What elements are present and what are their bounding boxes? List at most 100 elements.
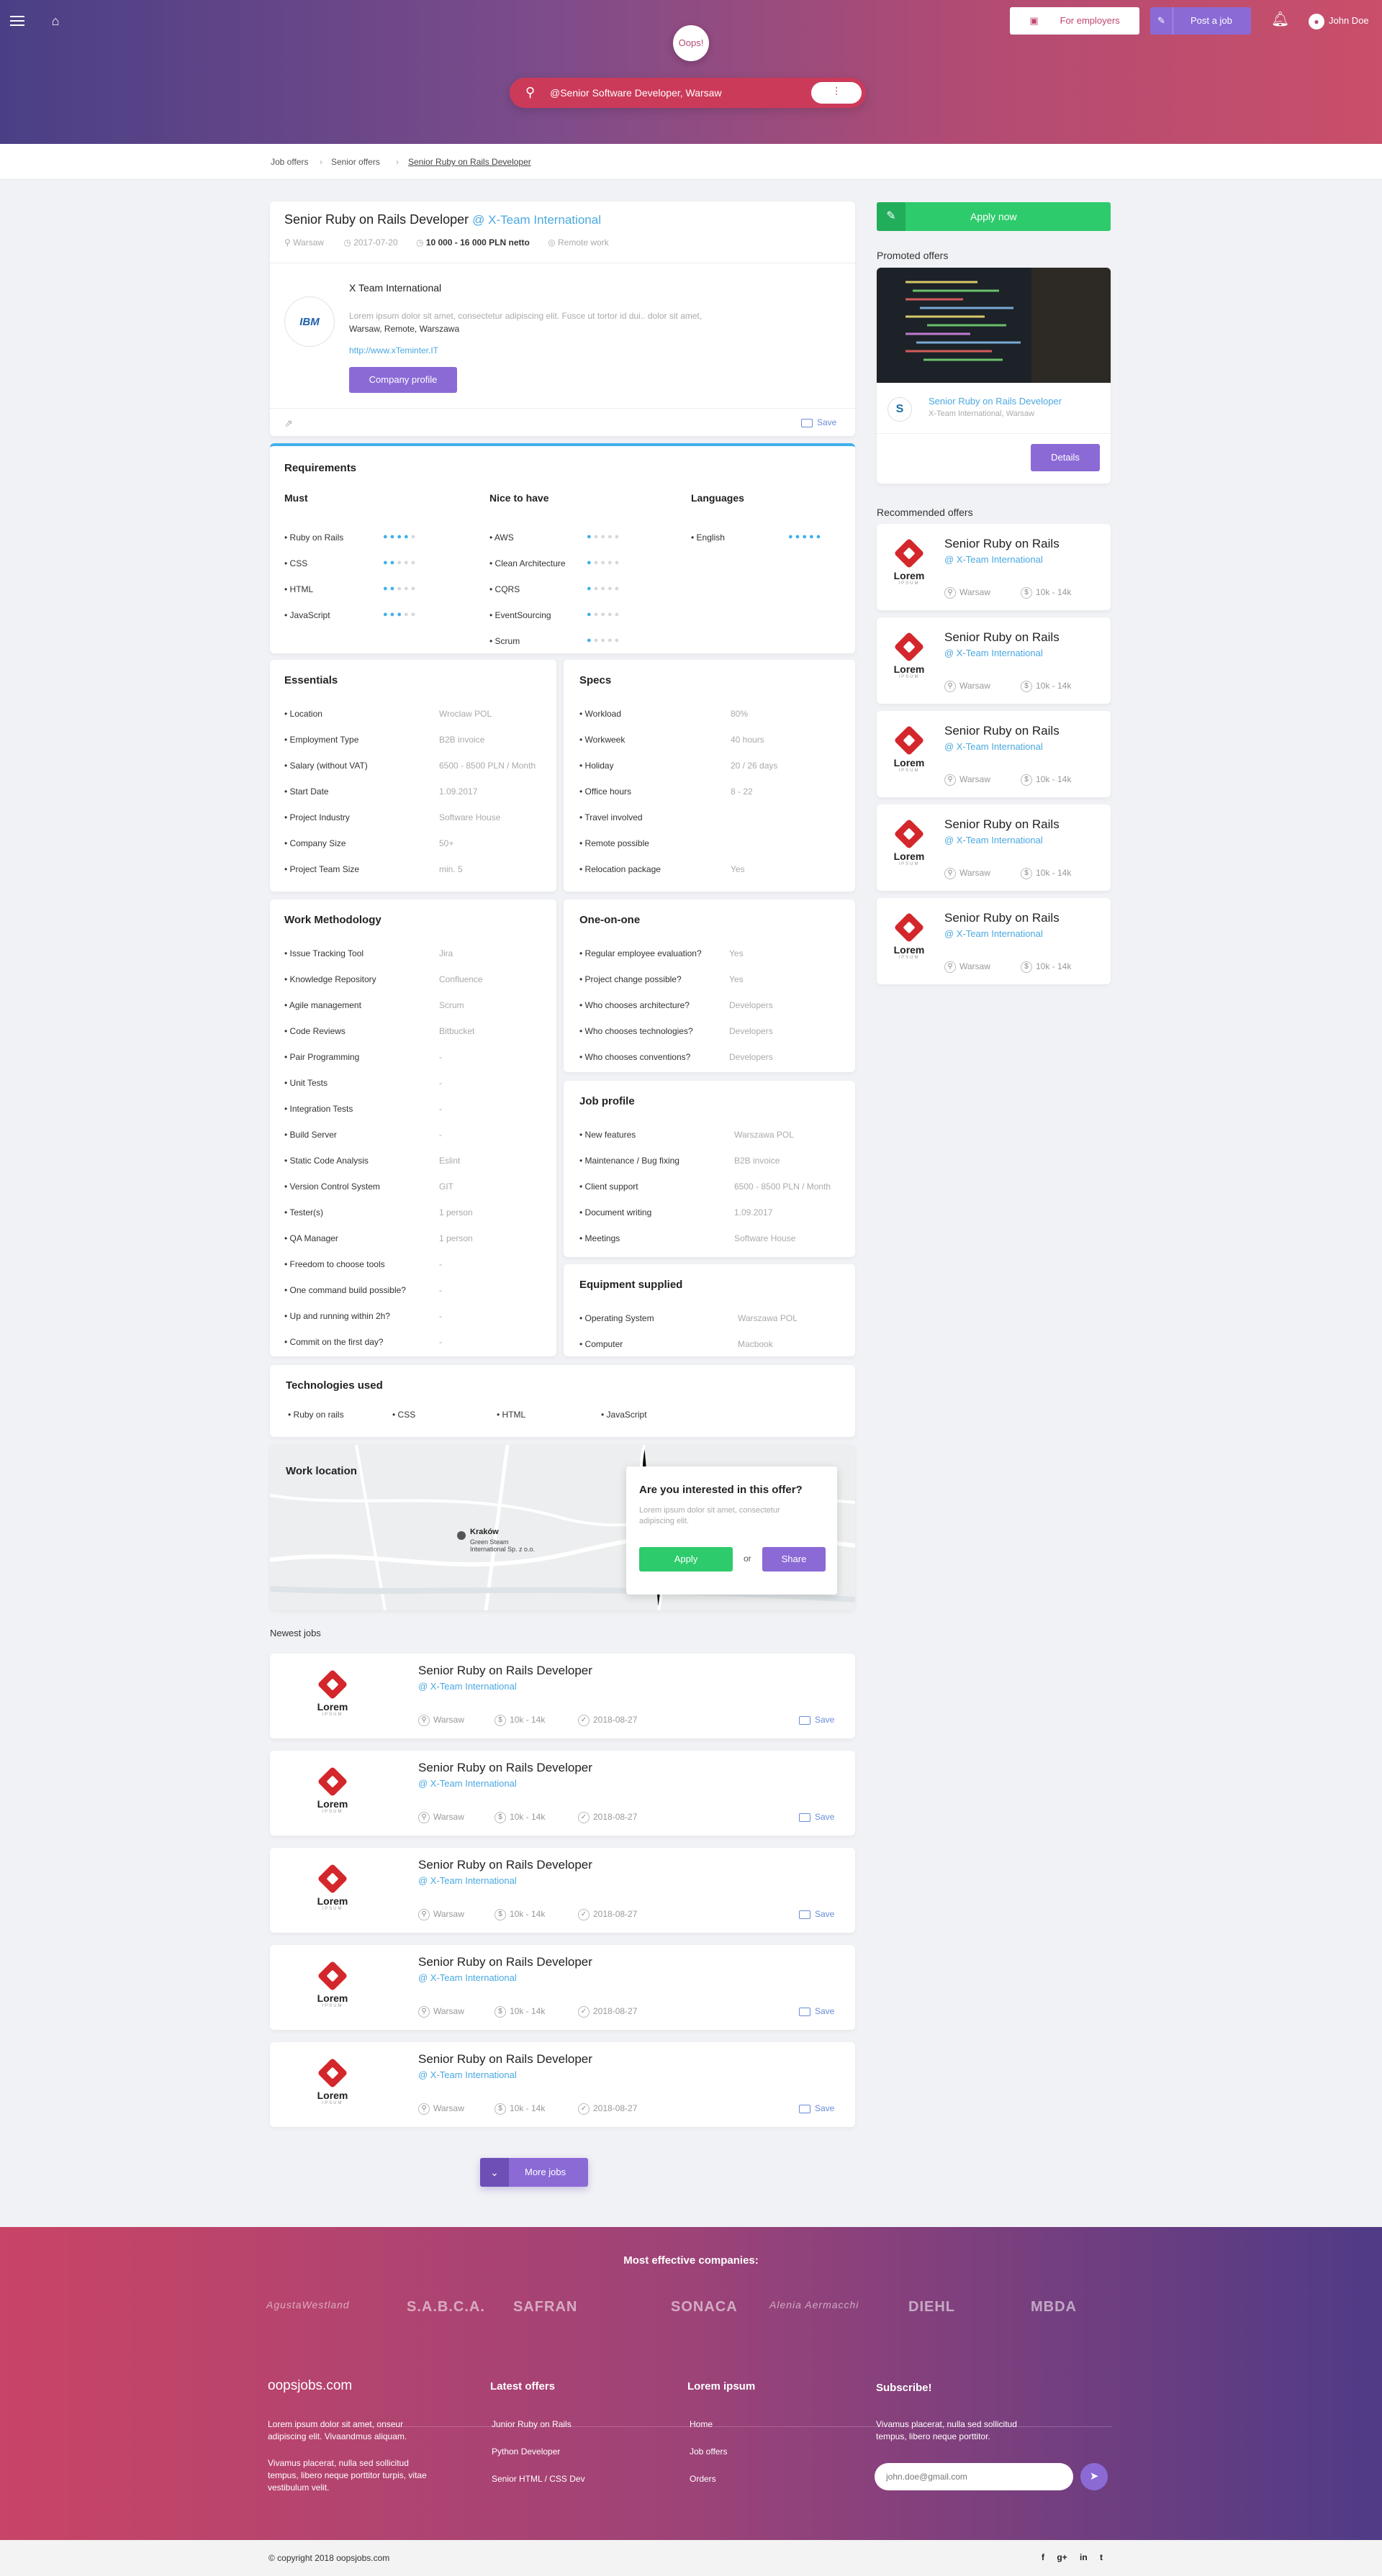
search-input[interactable]: @Senior Software Developer, Warsaw <box>550 78 722 108</box>
logo-subtext: IPSUM <box>898 581 920 586</box>
offer-company[interactable]: @ X-Team International <box>944 554 1043 565</box>
job-company[interactable]: @ X-Team International <box>418 2069 517 2080</box>
latest-offers-title: Latest offers <box>490 2380 556 2393</box>
job-company-link[interactable]: @ X-Team International <box>472 213 601 227</box>
recommended-offer-card[interactable]: Lorem IPSUM Senior Ruby on Rails @ X-Team I… <box>877 617 1111 704</box>
facebook-icon[interactable]: f <box>1042 2552 1044 2562</box>
job-company[interactable]: @ X-Team International <box>418 1875 517 1886</box>
user-menu[interactable]: ● John Doe <box>1309 12 1369 30</box>
offer-title[interactable]: Senior Ruby on Rails <box>944 911 1060 925</box>
nice-title: Nice to have <box>489 492 549 504</box>
company-logo: SONACA <box>671 2299 738 2315</box>
for-employers-button[interactable]: ▣ For employers <box>1010 7 1139 35</box>
details-button[interactable]: Details <box>1031 444 1100 471</box>
footer-link[interactable]: Orders <box>690 2474 716 2484</box>
google-plus-icon[interactable]: g+ <box>1057 2552 1067 2562</box>
info-value: Yes <box>731 864 745 874</box>
save-button[interactable]: Save <box>801 417 836 427</box>
post-job-button[interactable]: ✎ Post a job <box>1150 7 1251 35</box>
info-key: Remote possible <box>584 838 649 848</box>
offer-company[interactable]: @ X-Team International <box>944 741 1043 752</box>
info-key: Who chooses technologies? <box>584 1026 693 1036</box>
job-company[interactable]: @ X-Team International <box>418 1972 517 1983</box>
bookmark-icon <box>801 418 813 427</box>
info-row: • Company Size 50+ <box>284 838 454 848</box>
newest-job-card[interactable]: Lorem IPSUM Senior Ruby on Rails Developer… <box>270 2042 855 2127</box>
twitter-icon[interactable]: t <box>1100 2552 1103 2562</box>
newest-job-card[interactable]: Lorem IPSUM Senior Ruby on Rails Developer… <box>270 1848 855 1933</box>
footer-brand: oopsjobs.com <box>268 2378 353 2393</box>
info-value: Confluence <box>439 974 483 984</box>
recommended-offer-card[interactable]: Lorem IPSUM Senior Ruby on Rails @ X-Team I… <box>877 804 1111 891</box>
offer-company[interactable]: @ X-Team International <box>944 648 1043 658</box>
home-icon[interactable]: ⌂ <box>48 13 63 29</box>
footer-link[interactable]: Senior HTML / CSS Dev <box>492 2474 585 2484</box>
job-date: 2017-07-20 <box>353 237 398 248</box>
search-bar[interactable]: ⚲ @Senior Software Developer, Warsaw ⫶ <box>510 78 866 108</box>
breadcrumb-item[interactable]: Senior offers <box>331 157 380 167</box>
newest-job-card[interactable]: Lorem IPSUM Senior Ruby on Rails Developer… <box>270 1945 855 2030</box>
dollar-icon: $ <box>1021 587 1032 599</box>
promoted-offer-card[interactable]: S Senior Ruby on Rails Developer X-Team … <box>877 268 1111 484</box>
info-key: Who chooses conventions? <box>584 1052 691 1062</box>
offer-company[interactable]: @ X-Team International <box>944 835 1043 845</box>
skill-name: Scrum <box>494 636 520 646</box>
job-title[interactable]: Senior Ruby on Rails Developer <box>418 1955 592 1969</box>
offer-title[interactable]: Senior Ruby on Rails <box>944 817 1060 832</box>
offer-title[interactable]: Senior Ruby on Rails <box>944 537 1060 551</box>
filter-icon[interactable]: ⫶ <box>811 82 862 104</box>
newest-job-card[interactable]: Lorem IPSUM Senior Ruby on Rails Developer… <box>270 1751 855 1836</box>
save-button[interactable]: Save <box>799 1812 834 1822</box>
email-field[interactable]: john.doe@gmail.com <box>875 2463 1073 2490</box>
site-logo[interactable]: Oops! <box>673 25 709 61</box>
job-title[interactable]: Senior Ruby on Rails Developer <box>418 2052 592 2067</box>
save-button[interactable]: Save <box>799 1909 834 1919</box>
newest-job-card[interactable]: Lorem IPSUM Senior Ruby on Rails Developer… <box>270 1654 855 1738</box>
offer-location: ⚲ Warsaw <box>944 587 990 599</box>
job-salary: $10k - 14k <box>494 2006 545 2018</box>
job-title[interactable]: Senior Ruby on Rails Developer <box>418 1761 592 1775</box>
send-icon[interactable]: ➤ <box>1080 2463 1108 2490</box>
skill-row: • CQRS <box>489 584 520 594</box>
footer-link[interactable]: Junior Ruby on Rails <box>492 2419 572 2429</box>
info-key: Agile management <box>289 1000 361 1010</box>
info-key: Location <box>289 709 322 719</box>
skill-level: ●●●●● <box>587 610 622 619</box>
recommended-offer-card[interactable]: Lorem IPSUM Senior Ruby on Rails @ X-Team I… <box>877 524 1111 610</box>
apply-now-button[interactable]: ✎ Apply now <box>877 202 1111 231</box>
job-location: Warsaw <box>293 237 325 248</box>
menu-icon[interactable] <box>10 16 24 26</box>
notification-bell-icon[interactable]: 🔔︎ <box>1271 10 1289 28</box>
info-row: • Up and running within 2h? - <box>284 1311 442 1321</box>
job-title[interactable]: Senior Ruby on Rails Developer <box>418 1664 592 1678</box>
job-company[interactable]: @ X-Team International <box>418 1681 517 1692</box>
recommended-offer-card[interactable]: Lorem IPSUM Senior Ruby on Rails @ X-Team I… <box>877 898 1111 984</box>
breadcrumb-current[interactable]: Senior Ruby on Rails Developer <box>408 157 531 167</box>
languages-title: Languages <box>691 492 744 504</box>
skill-row: • English <box>691 532 725 543</box>
info-key: Pair Programming <box>289 1052 360 1062</box>
recommended-offer-card[interactable]: Lorem IPSUM Senior Ruby on Rails @ X-Team I… <box>877 711 1111 797</box>
save-button[interactable]: Save <box>799 1715 834 1725</box>
job-title[interactable]: Senior Ruby on Rails Developer <box>418 1858 592 1872</box>
breadcrumb-item[interactable]: Job offers <box>271 157 308 167</box>
save-button[interactable]: Save <box>799 2006 834 2016</box>
share-button[interactable]: Share <box>762 1547 826 1572</box>
job-company[interactable]: @ X-Team International <box>418 1778 517 1789</box>
offer-company[interactable]: @ X-Team International <box>944 928 1043 939</box>
apply-button[interactable]: Apply <box>639 1547 733 1572</box>
linkedin-icon[interactable]: in <box>1080 2552 1088 2562</box>
company-url[interactable]: http://www.xTeminter.IT <box>349 345 438 355</box>
save-button[interactable]: Save <box>799 2103 834 2113</box>
offer-title[interactable]: Senior Ruby on Rails <box>944 724 1060 738</box>
footer-link[interactable]: Job offers <box>690 2446 727 2457</box>
footer-link[interactable]: Python Developer <box>492 2446 560 2457</box>
offer-title[interactable]: Senior Ruby on Rails <box>944 630 1060 645</box>
info-key: Who chooses architecture? <box>584 1000 690 1010</box>
footer-link[interactable]: Home <box>690 2419 713 2429</box>
technologies-card: Technologies used • Ruby on rails • CSS • … <box>270 1365 855 1437</box>
company-profile-button[interactable]: Company profile <box>349 367 457 393</box>
promoted-job-title[interactable]: Senior Ruby on Rails Developer <box>929 396 1062 407</box>
more-jobs-button[interactable]: ⌄ More jobs <box>480 2158 588 2187</box>
share-icon[interactable]: ⇗ <box>284 417 293 430</box>
